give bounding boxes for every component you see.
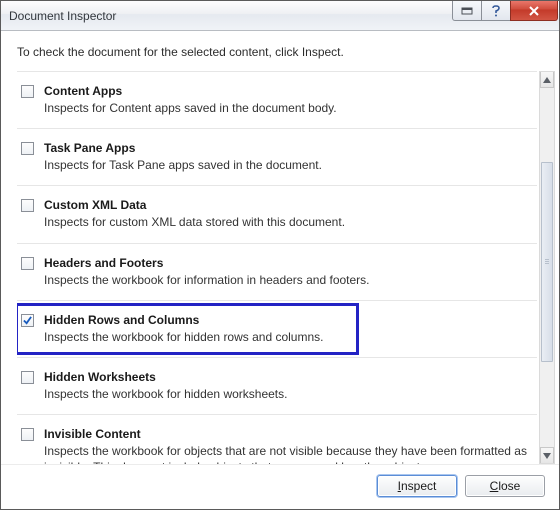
option-title: Content Apps <box>44 84 527 98</box>
option-description: Inspects for custom XML data stored with… <box>44 214 527 230</box>
option-title: Task Pane Apps <box>44 141 527 155</box>
option-title: Invisible Content <box>44 427 527 441</box>
scrollbar[interactable] <box>539 71 555 464</box>
option-title: Hidden Rows and Columns <box>44 313 527 327</box>
option-text: Task Pane Apps Inspects for Task Pane app… <box>44 141 527 173</box>
window-title: Document Inspector <box>9 9 453 23</box>
option-description: Inspects the workbook for information in… <box>44 272 527 288</box>
options-list: Content Apps Inspects for Content apps sa… <box>17 71 537 464</box>
chevron-down-icon <box>543 453 551 459</box>
option-checkbox[interactable] <box>21 142 34 155</box>
minimize-button[interactable] <box>452 1 482 21</box>
chevron-up-icon <box>543 77 551 83</box>
content-area: Content Apps Inspects for Content apps sa… <box>1 71 559 464</box>
option-checkbox[interactable] <box>21 257 34 270</box>
option-title: Headers and Footers <box>44 256 527 270</box>
option-checkbox[interactable] <box>21 371 34 384</box>
option-description: Inspects the workbook for hidden rows an… <box>44 329 527 345</box>
option-text: Hidden Worksheets Inspects the workbook f… <box>44 370 527 402</box>
option-text: Custom XML Data Inspects for custom XML d… <box>44 198 527 230</box>
option-description: Inspects the workbook for hidden workshe… <box>44 386 527 402</box>
option-text: Content Apps Inspects for Content apps sa… <box>44 84 527 116</box>
option-title: Hidden Worksheets <box>44 370 527 384</box>
option-checkbox[interactable] <box>21 85 34 98</box>
help-button[interactable] <box>481 1 511 21</box>
option-checkbox[interactable] <box>21 428 34 441</box>
inspect-option: Headers and Footers Inspects the workbook… <box>17 244 537 301</box>
inspect-option: Custom XML Data Inspects for custom XML d… <box>17 186 537 243</box>
dialog-footer: Inspect Close <box>1 464 559 509</box>
inspect-option: Hidden Rows and Columns Inspects the work… <box>17 301 537 358</box>
scroll-thumb[interactable] <box>541 162 553 362</box>
close-button[interactable] <box>510 1 558 21</box>
option-description: Inspects for Content apps saved in the d… <box>44 100 527 116</box>
scroll-up-button[interactable] <box>540 72 554 88</box>
minimize-icon <box>460 6 474 16</box>
inspect-option: Hidden Worksheets Inspects the workbook f… <box>17 358 537 415</box>
instruction-text: To check the document for the selected c… <box>1 31 559 71</box>
close-icon <box>528 5 540 17</box>
option-text: Hidden Rows and Columns Inspects the work… <box>44 313 527 345</box>
titlebar: Document Inspector <box>1 1 559 31</box>
inspect-option: Invisible Content Inspects the workbook f… <box>17 415 537 464</box>
inspect-option: Task Pane Apps Inspects for Task Pane app… <box>17 129 537 186</box>
option-description: Inspects the workbook for objects that a… <box>44 443 527 464</box>
close-dialog-button[interactable]: Close <box>465 475 545 497</box>
inspect-button[interactable]: Inspect <box>377 475 457 497</box>
help-icon <box>491 5 501 17</box>
option-description: Inspects for Task Pane apps saved in the… <box>44 157 527 173</box>
option-text: Invisible Content Inspects the workbook f… <box>44 427 527 464</box>
option-title: Custom XML Data <box>44 198 527 212</box>
option-text: Headers and Footers Inspects the workbook… <box>44 256 527 288</box>
inspect-option: Content Apps Inspects for Content apps sa… <box>17 72 537 129</box>
option-checkbox[interactable] <box>21 314 34 327</box>
scroll-down-button[interactable] <box>540 447 554 463</box>
dialog-window: Document Inspector To check the document… <box>0 0 560 510</box>
window-controls <box>453 1 559 30</box>
option-checkbox[interactable] <box>21 199 34 212</box>
